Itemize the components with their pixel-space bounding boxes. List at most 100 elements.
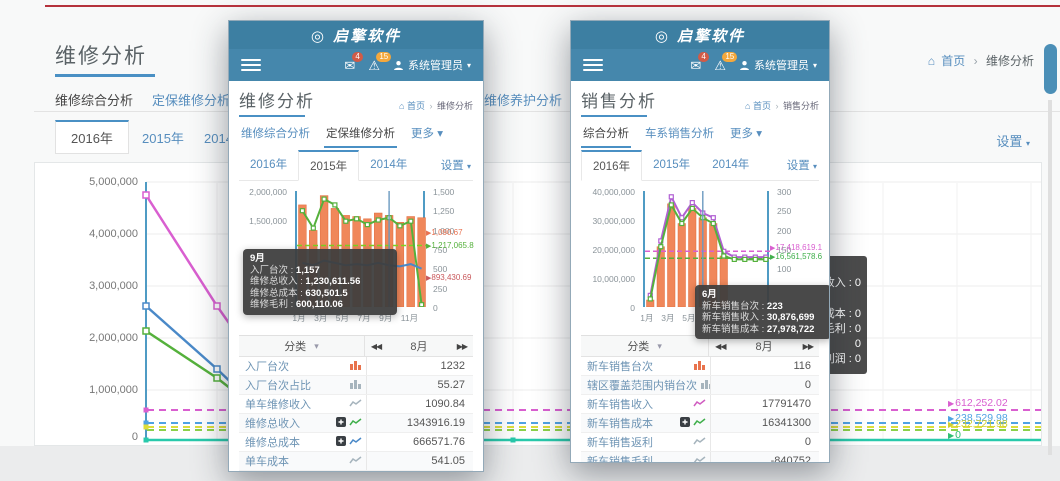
metric-link[interactable]: 新车销售台次 [587, 358, 653, 374]
sort-caret-icon[interactable]: ▾ [657, 341, 662, 352]
table-row[interactable]: 维修总成本 666571.76 [239, 433, 473, 452]
plus-icon [336, 436, 346, 449]
scrollbar-track[interactable] [1048, 100, 1052, 455]
metric-link[interactable]: 辖区覆盖范围内销台次 [587, 377, 697, 393]
line-magenta-icon [693, 398, 706, 411]
table-row[interactable]: 单车成本 541.05 [239, 452, 473, 471]
prev-period-button[interactable]: ◀◀ [715, 342, 725, 351]
tab-maintenance-care[interactable]: 维修养护分析 [484, 90, 562, 109]
alerts-icon[interactable]: ⚠15 [368, 59, 380, 72]
year-tab-2016[interactable]: 2016年 [239, 150, 298, 180]
user-icon [393, 60, 404, 71]
plus-icon [336, 417, 346, 430]
settings-dropdown[interactable]: 设置 ▾ [441, 157, 473, 173]
year-tab-2015[interactable]: 2015年 [642, 150, 701, 180]
prev-period-button[interactable]: ◀◀ [371, 342, 381, 351]
metric-link[interactable]: 新车销售毛利 [587, 453, 653, 463]
y-axis-label-right: 250 [433, 284, 447, 294]
tab-定保维修分析[interactable]: 定保维修分析 [326, 125, 395, 141]
messages-icon[interactable]: ✉4 [344, 59, 355, 72]
tab-维修综合分析[interactable]: 维修综合分析 [241, 125, 310, 141]
user-menu[interactable]: 系统管理员▾ [739, 57, 817, 73]
y-axis-label: 4,000,000 [38, 228, 138, 240]
category-header: 分类 [627, 338, 649, 354]
tab-综合分析[interactable]: 综合分析 [583, 125, 629, 141]
year-tabs: 2016年2015年2014年 设置 ▾ [581, 150, 819, 181]
line-green-icon [349, 417, 362, 430]
reference-line-label: ▶0 [948, 429, 961, 441]
top-accent-line [45, 5, 1060, 7]
tab-更多[interactable]: 更多 ▾ [730, 125, 762, 141]
home-icon: ⌂ [928, 54, 935, 68]
home-icon: ⌂ [745, 101, 750, 111]
series-end-label: ▶1,217,065.8 [426, 241, 474, 250]
scrollbar-thumb[interactable] [1044, 44, 1057, 94]
table-row[interactable]: 新车销售台次 116 [581, 357, 819, 376]
metric-link[interactable]: 新车销售收入 [587, 396, 653, 412]
x-axis-label: 3月 [661, 312, 674, 324]
metric-link[interactable]: 维修总收入 [245, 415, 300, 431]
breadcrumb-current: 维修分析 [986, 54, 1034, 68]
y-axis-label: 3,000,000 [38, 280, 138, 292]
settings-dropdown[interactable]: 设置 ▾ [996, 131, 1030, 150]
y-axis-label-right: 300 [777, 187, 791, 197]
next-period-button[interactable]: ▶▶ [803, 342, 813, 351]
data-table: 分类▾ ◀◀8月▶▶ 入厂台次 1232 入厂台次占比 55.27 单车维修收入… [239, 335, 473, 471]
menu-icon[interactable] [583, 56, 603, 74]
alerts-badge: 15 [376, 52, 391, 62]
menu-icon[interactable] [241, 56, 261, 74]
metric-link[interactable]: 入厂台次占比 [245, 377, 311, 393]
metric-link[interactable]: 单车维修收入 [245, 396, 311, 412]
chart[interactable]: 40,000,00030,000,00020,000,00010,000,000… [581, 185, 819, 331]
table-row[interactable]: 新车销售成本 16341300 [581, 414, 819, 433]
tab-scheduled-maintenance[interactable]: 定保维修分析 [152, 90, 230, 109]
y-axis-label-right: 1,250 [433, 206, 454, 216]
tab-车系销售分析[interactable]: 车系销售分析 [645, 125, 714, 141]
next-period-button[interactable]: ▶▶ [457, 342, 467, 351]
tab-更多[interactable]: 更多 ▾ [411, 125, 443, 141]
title-underline [55, 74, 155, 77]
year-tab-2016[interactable]: 2016年 [55, 120, 129, 154]
year-tab-2015[interactable]: 2015年 [298, 150, 359, 181]
screen: 维修分析 ⌂ 首页 › 维修分析 维修综合分析 定保维修分析 维修养护分析 20… [0, 0, 1060, 481]
table-row[interactable]: 新车销售返利 0 [581, 433, 819, 452]
metric-link[interactable]: 入厂台次 [245, 358, 289, 374]
messages-icon[interactable]: ✉4 [690, 59, 701, 72]
table-row[interactable]: 维修总收入 1343916.19 [239, 414, 473, 433]
series-end-label: ▶1,090.67 [426, 228, 463, 237]
table-row[interactable]: 入厂台次占比 55.27 [239, 376, 473, 395]
alerts-icon[interactable]: ⚠15 [714, 59, 726, 72]
metric-link[interactable]: 单车成本 [245, 453, 289, 469]
metric-link[interactable]: 新车销售返利 [587, 434, 653, 450]
sort-caret-icon[interactable]: ▾ [314, 341, 319, 352]
chart[interactable]: 2,000,0001,500,0001,5001,2501,0007505002… [239, 185, 473, 331]
table-row[interactable]: 辖区覆盖范围内销台次 0 [581, 376, 819, 395]
table-row[interactable]: 入厂台次 1232 [239, 357, 473, 376]
metric-value: 116 [710, 357, 819, 375]
settings-dropdown[interactable]: 设置 ▾ [787, 157, 819, 173]
year-tab-2016[interactable]: 2016年 [581, 150, 642, 181]
y-axis-label-right: 100 [777, 264, 791, 274]
title-underline [239, 115, 305, 117]
y-axis-label: 2,000,000 [239, 187, 287, 197]
year-tab-2015[interactable]: 2015年 [142, 128, 184, 147]
metric-link[interactable]: 维修总成本 [245, 434, 300, 450]
metric-link[interactable]: 新车销售成本 [587, 415, 653, 431]
line-gray-icon [349, 455, 362, 468]
tab-bar-border [34, 111, 1060, 112]
table-header: 分类▾ ◀◀8月▶▶ [239, 336, 473, 357]
y-axis-label-right: 200 [777, 226, 791, 236]
line-blue-icon [349, 436, 362, 449]
user-menu[interactable]: 系统管理员▾ [393, 57, 471, 73]
table-row[interactable]: 单车维修收入 1090.84 [239, 395, 473, 414]
tab-maintenance-overview[interactable]: 维修综合分析 [55, 90, 133, 109]
metric-value: 541.05 [366, 452, 473, 470]
year-tab-2014[interactable]: 2014年 [701, 150, 760, 180]
series-end-label: ▶17,418,619.1 [770, 243, 822, 252]
y-axis-label: 0 [581, 303, 635, 313]
table-row[interactable]: 新车销售毛利 -840752 [581, 452, 819, 463]
chart-card [34, 162, 1042, 446]
breadcrumb-home[interactable]: 首页 [941, 54, 965, 68]
table-row[interactable]: 新车销售收入 17791470 [581, 395, 819, 414]
year-tab-2014[interactable]: 2014年 [359, 150, 418, 180]
